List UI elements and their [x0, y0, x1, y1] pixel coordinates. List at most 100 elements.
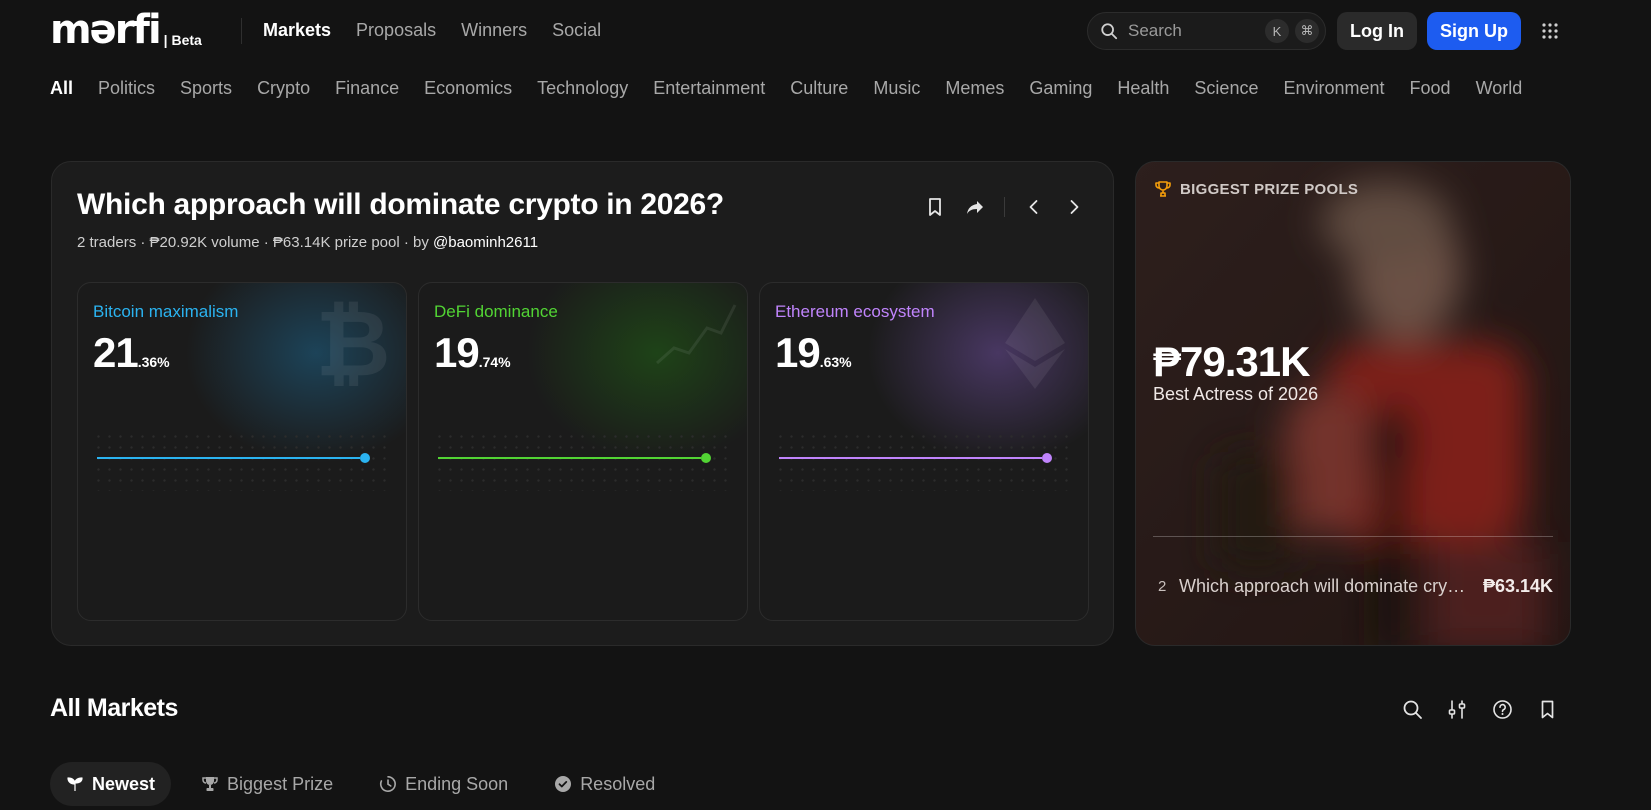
search-placeholder: Search — [1128, 21, 1182, 40]
market-stats: 2 traders · ₱20.92K volume · ₱63.14K pri… — [77, 234, 434, 251]
pct-integer: 21 — [93, 329, 139, 376]
prize-list-item[interactable]: 2 Which approach will dominate crypto in… — [1153, 576, 1553, 597]
clock-icon — [380, 776, 397, 792]
filter-resolved[interactable]: Resolved — [538, 762, 671, 806]
actions-divider — [1004, 197, 1005, 217]
prize-pools-heading: BIGGEST PRIZE POOLS — [1154, 180, 1358, 198]
sort-filters: Newest Biggest Prize Ending Soon Resolve… — [50, 762, 671, 806]
category-music[interactable]: Music — [873, 78, 920, 99]
apps-grid-icon[interactable] — [1541, 22, 1559, 40]
main-nav: Markets Proposals Winners Social — [263, 20, 601, 41]
pct-decimal: .63% — [819, 354, 852, 370]
outcome-list: ₿ Bitcoin maximalism 21.36% DeFi dominan… — [77, 282, 1089, 621]
category-health[interactable]: Health — [1117, 78, 1169, 99]
category-environment[interactable]: Environment — [1283, 78, 1384, 99]
filter-label: Newest — [92, 773, 156, 794]
filter-sliders-icon[interactable] — [1447, 699, 1468, 720]
category-tabs: All Politics Sports Crypto Finance Econo… — [50, 78, 1522, 99]
pct-decimal: .36% — [137, 354, 170, 370]
bookmark-icon[interactable] — [1537, 699, 1558, 720]
outcome-card-bitcoin[interactable]: ₿ Bitcoin maximalism 21.36% — [77, 282, 407, 621]
trophy-icon — [1155, 181, 1171, 197]
chevron-right-icon[interactable] — [1063, 196, 1085, 218]
outcome-card-defi[interactable]: DeFi dominance 19.74% — [418, 282, 748, 621]
bookmark-icon[interactable] — [924, 196, 946, 218]
check-circle-icon — [555, 776, 572, 792]
prize-amount: ₱79.31K — [1153, 338, 1310, 385]
shortcut-key-cmd: ⌘ — [1295, 19, 1319, 43]
category-food[interactable]: Food — [1410, 78, 1451, 99]
category-gaming[interactable]: Gaming — [1029, 78, 1092, 99]
category-memes[interactable]: Memes — [945, 78, 1004, 99]
sprout-icon — [67, 777, 83, 791]
shortcut-key-k: K — [1265, 19, 1289, 43]
outcome-percentage: 21.36% — [93, 329, 170, 377]
outcome-label: DeFi dominance — [434, 302, 558, 321]
category-economics[interactable]: Economics — [424, 78, 512, 99]
category-finance[interactable]: Finance — [335, 78, 399, 99]
all-markets-title: All Markets — [50, 694, 178, 722]
category-politics[interactable]: Politics — [98, 78, 155, 99]
category-crypto[interactable]: Crypto — [257, 78, 310, 99]
pct-integer: 19 — [775, 329, 821, 376]
outcome-sparkline — [438, 453, 711, 463]
featured-market-title[interactable]: Which approach will dominate crypto in 2… — [77, 188, 724, 222]
outcome-sparkline — [779, 453, 1052, 463]
filter-label: Resolved — [580, 773, 656, 794]
logo[interactable]: mərfi | Beta — [50, 10, 202, 50]
help-icon[interactable] — [1492, 699, 1513, 720]
outcome-card-ethereum[interactable]: Ethereum ecosystem 19.63% — [759, 282, 1089, 621]
category-sports[interactable]: Sports — [180, 78, 232, 99]
market-tools — [1402, 699, 1558, 720]
bitcoin-icon: ₿ — [316, 293, 391, 393]
outcome-label: Bitcoin maximalism — [93, 302, 239, 321]
prize-row-amount: ₱63.14K — [1482, 576, 1553, 596]
pct-decimal: .74% — [478, 354, 511, 370]
author-link[interactable]: @baominh2611 — [433, 234, 538, 251]
login-button[interactable]: Log In — [1337, 12, 1417, 50]
chevron-left-icon[interactable] — [1023, 196, 1045, 218]
beta-badge: | Beta — [163, 32, 202, 48]
top-navigation: mərfi | Beta Markets Proposals Winners S… — [0, 0, 1651, 62]
category-world[interactable]: World — [1476, 78, 1523, 99]
share-icon[interactable] — [964, 196, 986, 218]
outcome-percentage: 19.63% — [775, 329, 852, 377]
logo-wordmark: mərfi — [50, 7, 162, 53]
filter-biggest-prize[interactable]: Biggest Prize — [185, 762, 349, 806]
prize-pools-card[interactable]: BIGGEST PRIZE POOLS ₱79.31K Best Actress… — [1135, 161, 1571, 646]
category-all[interactable]: All — [50, 78, 73, 99]
category-entertainment[interactable]: Entertainment — [653, 78, 765, 99]
featured-market-meta: 2 traders · ₱20.92K volume · ₱63.14K pri… — [77, 234, 538, 251]
pct-integer: 19 — [434, 329, 480, 376]
outcome-percentage: 19.74% — [434, 329, 511, 377]
search-icon — [1101, 23, 1118, 40]
featured-market-card[interactable]: Which approach will dominate crypto in 2… — [51, 161, 1114, 646]
category-science[interactable]: Science — [1194, 78, 1258, 99]
prize-divider — [1153, 536, 1553, 537]
search-icon[interactable] — [1402, 699, 1423, 720]
nav-markets[interactable]: Markets — [263, 20, 331, 41]
filter-newest[interactable]: Newest — [50, 762, 172, 806]
outcome-label: Ethereum ecosystem — [775, 302, 935, 321]
nav-social[interactable]: Social — [552, 20, 601, 41]
ethereum-icon — [1005, 298, 1065, 389]
category-culture[interactable]: Culture — [790, 78, 848, 99]
chart-icon — [656, 304, 737, 365]
filter-ending-soon[interactable]: Ending Soon — [363, 762, 524, 806]
nav-winners[interactable]: Winners — [461, 20, 527, 41]
prize-question: Which approach will dominate crypto in 2… — [1179, 576, 1483, 596]
prize-pools-title: BIGGEST PRIZE POOLS — [1180, 180, 1359, 198]
featured-actions — [924, 196, 1085, 218]
trophy-icon — [202, 777, 218, 791]
category-technology[interactable]: Technology — [537, 78, 628, 99]
svg-text:₿: ₿ — [316, 293, 391, 393]
prize-rank: 2 — [1158, 578, 1167, 595]
outcome-sparkline — [97, 453, 370, 463]
nav-proposals[interactable]: Proposals — [356, 20, 436, 41]
filter-label: Biggest Prize — [227, 773, 334, 794]
nav-divider — [241, 18, 242, 44]
filter-label: Ending Soon — [405, 773, 509, 794]
search-bar[interactable]: Search K ⌘ — [1087, 12, 1326, 50]
signup-button[interactable]: Sign Up — [1427, 12, 1521, 50]
prize-market-title[interactable]: Best Actress of 2026 — [1153, 384, 1318, 405]
